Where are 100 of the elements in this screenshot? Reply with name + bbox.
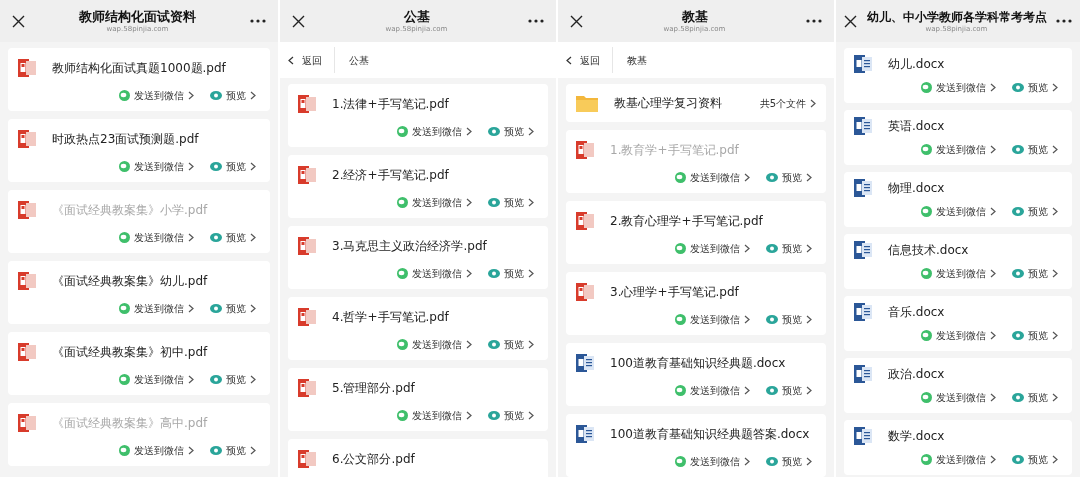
chevron-icon	[990, 83, 996, 92]
word-file-icon	[854, 364, 872, 384]
preview-link[interactable]: 预览	[210, 88, 256, 103]
chevron-icon	[188, 91, 194, 100]
word-file-icon	[576, 424, 594, 444]
file-name: 时政热点23面试预测题.pdf	[52, 131, 199, 148]
close-icon	[844, 14, 857, 28]
more-button[interactable]	[250, 19, 266, 23]
pdf-file-icon	[298, 378, 316, 398]
send-to-wechat-link[interactable]: 发送到微信	[921, 80, 996, 95]
wechat-icon	[119, 374, 130, 385]
send-to-wechat-link[interactable]: 发送到微信	[675, 383, 750, 398]
preview-link[interactable]: 预览	[488, 195, 534, 210]
chevron-icon	[744, 315, 750, 324]
send-to-wechat-link[interactable]: 发送到微信	[675, 454, 750, 469]
send-to-wechat-link[interactable]: 发送到微信	[119, 88, 194, 103]
wechat-icon	[397, 126, 408, 137]
send-to-wechat-link[interactable]: 发送到微信	[397, 124, 472, 139]
file-name: 100道教育基础知识经典题.docx	[610, 355, 786, 372]
send-to-wechat-link[interactable]: 发送到微信	[119, 372, 194, 387]
pdf-file-icon	[576, 282, 594, 302]
preview-link[interactable]: 预览	[210, 159, 256, 174]
chevron-icon	[806, 315, 812, 324]
close-button[interactable]	[570, 14, 583, 28]
preview-link[interactable]: 预览	[766, 170, 812, 185]
preview-link[interactable]: 预览	[488, 266, 534, 281]
close-icon	[570, 14, 583, 28]
preview-link[interactable]: 预览	[1012, 452, 1058, 467]
send-to-wechat-link[interactable]: 发送到微信	[119, 443, 194, 458]
chevron-icon	[990, 207, 996, 216]
send-to-wechat-link[interactable]: 发送到微信	[397, 337, 472, 352]
preview-link[interactable]: 预览	[1012, 142, 1058, 157]
chevron-icon	[466, 198, 472, 207]
preview-link[interactable]: 预览	[488, 337, 534, 352]
send-to-wechat-link[interactable]: 发送到微信	[119, 230, 194, 245]
send-to-wechat-link[interactable]: 发送到微信	[675, 170, 750, 185]
wechat-icon	[675, 314, 686, 325]
back-icon	[288, 55, 294, 65]
preview-link[interactable]: 预览	[210, 230, 256, 245]
more-button[interactable]	[528, 19, 544, 23]
chevron-icon	[1052, 207, 1058, 216]
preview-link[interactable]: 预览	[210, 372, 256, 387]
back-icon	[566, 55, 572, 65]
send-to-wechat-link[interactable]: 发送到微信	[397, 408, 472, 423]
word-file-icon	[854, 116, 872, 136]
chevron-icon	[188, 375, 194, 384]
file-name: 3.心理学+手写笔记.pdf	[610, 284, 739, 301]
chevron-icon	[528, 198, 534, 207]
eye-icon	[488, 198, 500, 207]
folder-row[interactable]: 教基心理学复习资料 共5个文件	[566, 84, 826, 122]
word-file-icon	[854, 426, 872, 446]
file-name: 信息技术.docx	[888, 242, 969, 259]
preview-link[interactable]: 预览	[766, 241, 812, 256]
preview-link[interactable]: 预览	[1012, 328, 1058, 343]
send-to-wechat-link[interactable]: 发送到微信	[921, 452, 996, 467]
preview-link[interactable]: 预览	[210, 301, 256, 316]
send-to-wechat-link[interactable]: 发送到微信	[921, 390, 996, 405]
wechat-icon	[921, 392, 932, 403]
file-name: 教师结构化面试真题1000题.pdf	[52, 60, 226, 77]
more-button[interactable]	[806, 19, 822, 23]
file-count-link[interactable]: 共5个文件	[759, 95, 816, 111]
close-button[interactable]	[292, 14, 305, 28]
pdf-file-icon	[298, 449, 316, 469]
back-button[interactable]: 返回	[280, 47, 335, 73]
preview-link[interactable]: 预览	[1012, 390, 1058, 405]
preview-link[interactable]: 预览	[1012, 80, 1058, 95]
chevron-icon	[1052, 145, 1058, 154]
send-to-wechat-link[interactable]: 发送到微信	[119, 301, 194, 316]
chevron-icon	[744, 173, 750, 182]
close-button[interactable]	[844, 14, 857, 28]
preview-link[interactable]: 预览	[488, 408, 534, 423]
close-button[interactable]	[12, 14, 25, 28]
breadcrumb-text: 教基	[626, 53, 647, 68]
chevron-icon	[1052, 393, 1058, 402]
send-to-wechat-link[interactable]: 发送到微信	[397, 266, 472, 281]
wechat-icon	[119, 303, 130, 314]
eye-icon	[210, 91, 222, 100]
send-to-wechat-link[interactable]: 发送到微信	[675, 241, 750, 256]
send-to-wechat-link[interactable]: 发送到微信	[675, 312, 750, 327]
send-to-wechat-link[interactable]: 发送到微信	[397, 195, 472, 210]
preview-link[interactable]: 预览	[1012, 204, 1058, 219]
preview-link[interactable]: 预览	[766, 312, 812, 327]
file-name: 数学.docx	[888, 428, 945, 445]
more-icon	[1056, 19, 1072, 23]
eye-icon	[766, 386, 778, 395]
preview-link[interactable]: 预览	[766, 454, 812, 469]
more-button[interactable]	[1056, 19, 1072, 23]
send-to-wechat-link[interactable]: 发送到微信	[921, 142, 996, 157]
preview-link[interactable]: 预览	[488, 124, 534, 139]
chevron-icon	[188, 446, 194, 455]
eye-icon	[210, 162, 222, 171]
preview-link[interactable]: 预览	[766, 383, 812, 398]
send-to-wechat-link[interactable]: 发送到微信	[119, 159, 194, 174]
send-to-wechat-link[interactable]: 发送到微信	[921, 328, 996, 343]
chevron-icon	[806, 457, 812, 466]
preview-link[interactable]: 预览	[1012, 266, 1058, 281]
send-to-wechat-link[interactable]: 发送到微信	[921, 266, 996, 281]
send-to-wechat-link[interactable]: 发送到微信	[921, 204, 996, 219]
back-button[interactable]: 返回	[558, 47, 613, 73]
preview-link[interactable]: 预览	[210, 443, 256, 458]
